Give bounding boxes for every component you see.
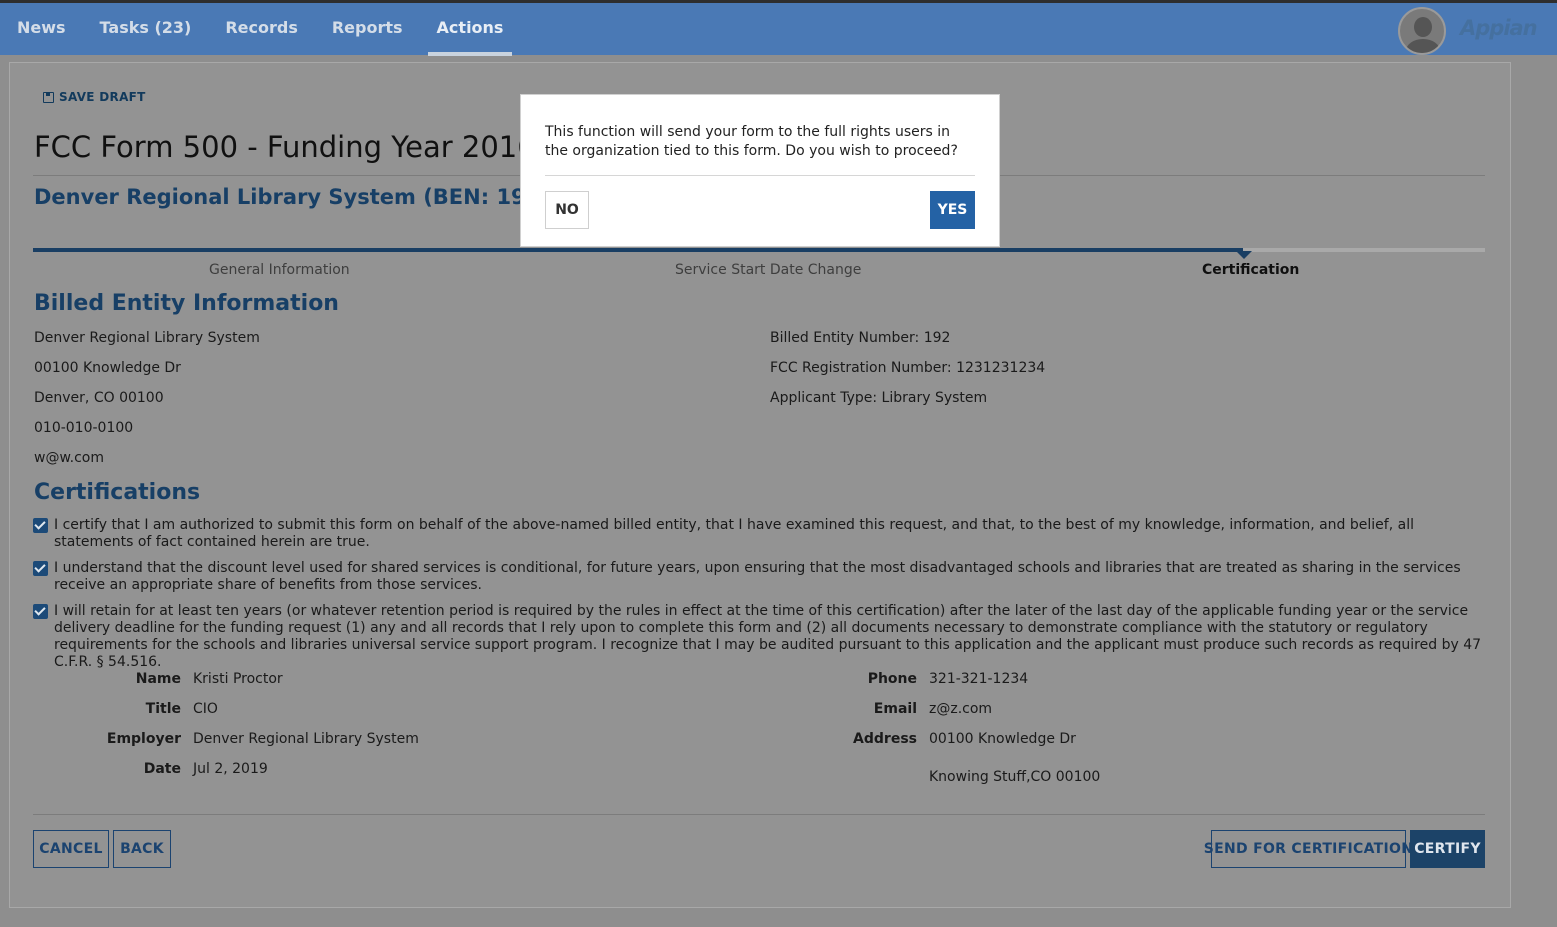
name-label: Name	[135, 671, 181, 687]
certification-text-1: I certify that I am authorized to submit…	[54, 517, 1414, 550]
certifications-heading: Certifications	[34, 480, 201, 505]
certification-checkbox-1[interactable]	[33, 518, 48, 533]
certification-checkbox-3[interactable]	[33, 604, 48, 619]
confirm-message: This function will send your form to the…	[545, 124, 958, 159]
entity-city: Denver, CO 00100	[34, 390, 164, 406]
employer-value: Denver Regional Library System	[193, 731, 419, 747]
billed-entity-heading: Billed Entity Information	[34, 291, 339, 316]
top-navigation-bar: News Tasks (23) Records Reports Actions …	[0, 0, 1557, 56]
avatar-head-shape	[1414, 17, 1432, 37]
save-draft-link[interactable]: SAVE DRAFT	[43, 90, 146, 104]
certification-item: I certify that I am authorized to submit…	[33, 517, 1488, 551]
step-progress-bar	[33, 248, 1485, 259]
address-line-1: 00100 Knowledge Dr	[929, 731, 1076, 747]
save-draft-label: SAVE DRAFT	[59, 90, 146, 104]
title-label: Title	[145, 701, 181, 717]
certification-text-3: I will retain for at least ten years (or…	[54, 603, 1482, 670]
step-certification: Certification	[1202, 262, 1300, 278]
nav-reports[interactable]: Reports	[315, 3, 420, 55]
confirm-dialog: This function will send your form to the…	[520, 94, 1000, 247]
email-label: Email	[873, 701, 917, 717]
certification-text-2: I understand that the discount level use…	[54, 560, 1461, 593]
step-progress-fill	[33, 248, 1243, 252]
yes-button[interactable]: YES	[930, 191, 975, 229]
date-label: Date	[143, 761, 181, 777]
entity-name: Denver Regional Library System	[34, 330, 260, 346]
main-nav: News Tasks (23) Records Reports Actions	[0, 3, 521, 56]
entity-phone: 010-010-0100	[34, 420, 134, 436]
title-value: CIO	[193, 701, 218, 717]
entity-street: 00100 Knowledge Dr	[34, 360, 181, 376]
save-disk-icon	[43, 91, 54, 103]
dialog-divider	[545, 175, 975, 176]
step-general-information: General Information	[209, 262, 350, 278]
back-button[interactable]: BACK	[113, 830, 171, 868]
step-service-start-date-change: Service Start Date Change	[675, 262, 862, 278]
address-label: Address	[853, 731, 917, 747]
page-title: FCC Form 500 - Funding Year 2016	[34, 130, 536, 164]
page-subtitle: Denver Regional Library System (BEN: 192…	[34, 185, 588, 209]
fcc-registration-number: FCC Registration Number: 1231231234	[770, 360, 1046, 376]
appian-logo: Appian	[1460, 16, 1538, 40]
current-step-marker	[1236, 251, 1252, 259]
nav-news[interactable]: News	[0, 3, 83, 55]
cancel-button[interactable]: CANCEL	[33, 830, 109, 868]
user-avatar[interactable]	[1398, 7, 1446, 55]
billed-entity-number: Billed Entity Number: 192	[770, 330, 951, 346]
certification-item: I will retain for at least ten years (or…	[33, 603, 1488, 671]
entity-email: w@w.com	[34, 450, 104, 466]
name-value: Kristi Proctor	[193, 671, 283, 687]
phone-label: Phone	[867, 671, 917, 687]
avatar-body-shape	[1406, 39, 1440, 53]
send-for-certification-button[interactable]: SEND FOR CERTIFICATION	[1204, 830, 1413, 868]
nav-records[interactable]: Records	[208, 3, 315, 55]
certify-button[interactable]: CERTIFY	[1410, 830, 1485, 868]
address-line-2: Knowing Stuff,CO 00100	[929, 769, 1101, 785]
employer-label: Employer	[106, 731, 181, 747]
phone-value: 321-321-1234	[929, 671, 1029, 687]
nav-actions[interactable]: Actions	[420, 3, 521, 56]
footer-divider	[33, 814, 1485, 815]
applicant-type: Applicant Type: Library System	[770, 390, 988, 406]
certification-item: I understand that the discount level use…	[33, 560, 1488, 594]
date-value: Jul 2, 2019	[193, 761, 268, 777]
certification-checkbox-2[interactable]	[33, 561, 48, 576]
no-button[interactable]: NO	[545, 191, 589, 229]
email-value: z@z.com	[929, 701, 993, 717]
nav-tasks[interactable]: Tasks (23)	[83, 3, 209, 55]
